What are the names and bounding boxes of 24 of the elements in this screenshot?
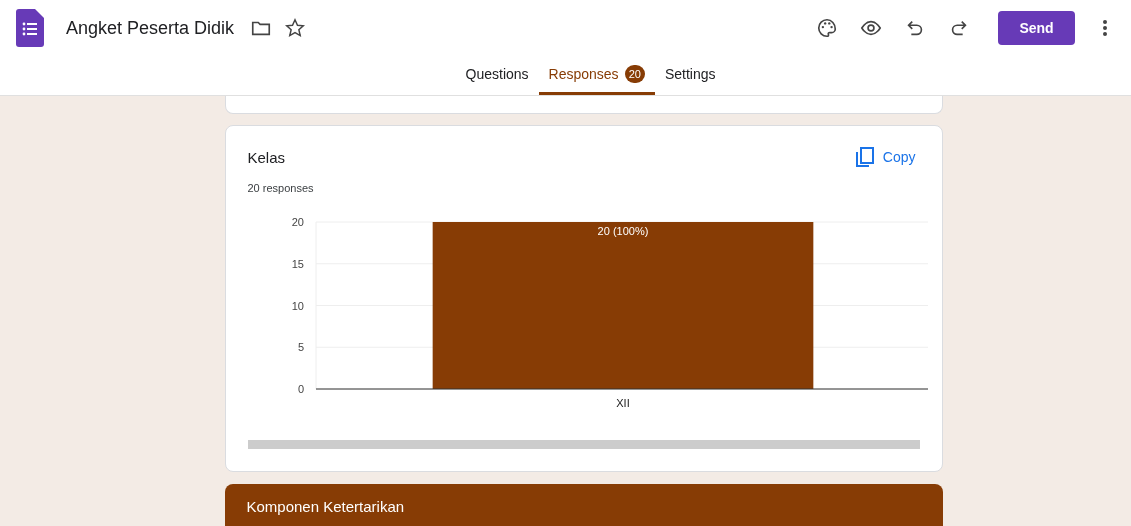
count-badge: 20 (624, 65, 645, 83)
response-count: 20 responses (247, 182, 315, 194)
copy-button[interactable]: Copy (850, 146, 920, 168)
tab-label: Responses (548, 66, 619, 82)
tab-label: Settings (664, 66, 716, 82)
send-button[interactable]: Send (998, 11, 1075, 45)
section-title: Komponen Ketertarikan (246, 498, 405, 515)
form-title[interactable]: Angket Peserta Didik (66, 17, 235, 39)
bar-value-label: 20 (100%) (597, 225, 648, 237)
question-title: Kelas (247, 148, 286, 166)
axis-tick-label: 20 (291, 216, 304, 228)
palette-icon[interactable] (816, 17, 838, 39)
axis-tick-label: 10 (291, 299, 304, 312)
scrollbar[interactable] (247, 440, 920, 449)
forms-logo-icon[interactable] (16, 9, 44, 47)
axis-category-label: XII (615, 397, 630, 409)
tab-label: Questions (465, 66, 529, 82)
star-icon[interactable] (284, 17, 307, 39)
tab[interactable]: Settings (654, 56, 726, 95)
tab[interactable]: Questions (455, 56, 539, 95)
axis-tick-label: 15 (291, 257, 304, 270)
axis-tick-label: 0 (297, 383, 304, 395)
copy-icon (854, 146, 875, 168)
axis-tick-label: 5 (297, 341, 304, 354)
